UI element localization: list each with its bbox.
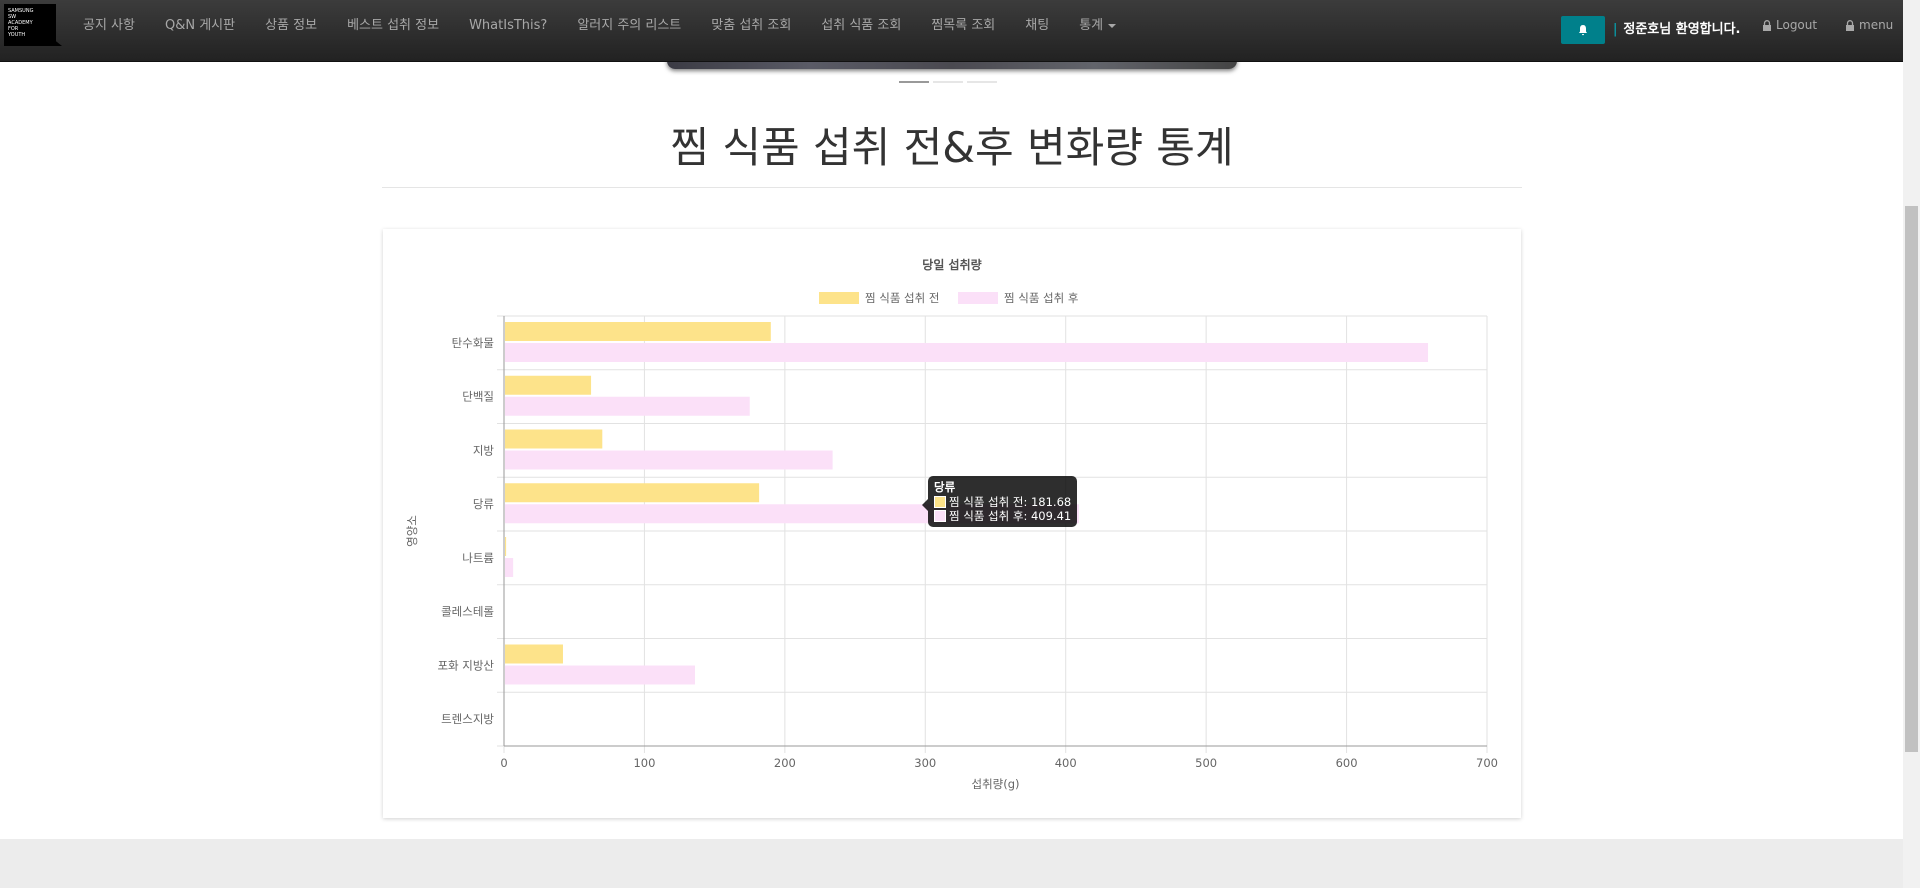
- chart-tooltip: 당류 찜 식품 섭취 전: 181.68 찜 식품 섭취 후: 409.41: [922, 476, 1078, 527]
- title-divider: [382, 187, 1522, 188]
- top-navbar: SAMSUNG SW ACADEMY FOR YOUTH 공지 사항 Q&N 게시판 상…: [0, 0, 1903, 62]
- nav-menu: 공지 사항 Q&N 게시판 상품 정보 베스트 섭취 정보 WhatIsThis…: [68, 0, 1131, 52]
- nav-item-intake-food[interactable]: 섭취 식품 조회: [806, 0, 916, 52]
- y-axis-label: 영양소: [405, 515, 419, 547]
- bar-before: [505, 644, 563, 664]
- nav-item-custom-intake[interactable]: 맞춤 섭취 조회: [696, 0, 806, 52]
- page-title: 찜 식품 섭취 전&후 변화량 통계: [670, 123, 1234, 172]
- nav-item-stats-dropdown[interactable]: 통계: [1064, 0, 1131, 52]
- carousel-indicators: [899, 81, 997, 83]
- nav-item-qna[interactable]: Q&N 게시판: [150, 0, 250, 52]
- y-tick-label: 트렌스지방: [441, 712, 494, 726]
- legend-label: 찜 식품 섭취 후: [1004, 291, 1078, 305]
- y-tick-label: 콜레스테롤: [441, 605, 494, 619]
- legend-swatch-before: [934, 496, 946, 508]
- x-tick-label: 700: [1476, 756, 1498, 770]
- separator-bar: |: [1613, 22, 1618, 37]
- nav-item-allergy-list[interactable]: 알러지 주의 리스트: [562, 0, 696, 52]
- notification-button[interactable]: [1561, 16, 1605, 44]
- chart-title: 당일 섭취량: [922, 257, 981, 272]
- legend-swatch-after: [934, 510, 946, 522]
- nav-item-best-intake[interactable]: 베스트 섭취 정보: [332, 0, 454, 52]
- x-tick-label: 500: [1195, 756, 1217, 770]
- bar-before: [505, 322, 771, 341]
- tooltip-caret: [922, 499, 928, 511]
- y-tick-label: 지방: [473, 443, 495, 457]
- bar-before: [505, 429, 603, 449]
- bell-icon: [1579, 25, 1587, 36]
- nav-item-chat[interactable]: 채팅: [1010, 0, 1064, 52]
- lock-icon: [1846, 19, 1854, 31]
- y-tick-label: 포화 지방산: [437, 658, 494, 672]
- y-tick-label: 나트륨: [462, 551, 494, 565]
- menu-label: menu: [1859, 18, 1894, 32]
- x-tick-label: 100: [633, 756, 655, 770]
- welcome-text: 정준호님 환영합니다.: [1623, 22, 1741, 37]
- x-tick-label: 400: [1055, 756, 1077, 770]
- x-tick-label: 300: [914, 756, 936, 770]
- scrollbar-thumb[interactable]: [1905, 206, 1918, 752]
- x-tick-label: 200: [774, 756, 796, 770]
- bar-before: [505, 375, 592, 395]
- page-footer: [0, 839, 1903, 888]
- nav-item-product-info[interactable]: 상품 정보: [250, 0, 332, 52]
- bar-after: [505, 396, 750, 416]
- tooltip-title: 당류: [934, 480, 956, 494]
- bar-after: [505, 558, 514, 577]
- bar-after: [505, 450, 833, 470]
- y-tick-label: 단백질: [462, 390, 494, 404]
- tooltip-row: 찜 식품 섭취 후: 409.41: [934, 509, 1071, 523]
- bar-before: [505, 537, 507, 556]
- nav-item-wishlist[interactable]: 찜목록 조회: [916, 0, 1010, 52]
- carousel-indicator[interactable]: [967, 81, 997, 83]
- tooltip-row-text: 찜 식품 섭취 후: 409.41: [949, 509, 1072, 523]
- bar-after: [505, 665, 695, 685]
- x-tick-label: 600: [1336, 756, 1358, 770]
- tooltip-row-text: 찜 식품 섭취 전: 181.68: [949, 495, 1072, 509]
- bar-after: [505, 343, 1429, 362]
- legend-swatch: [958, 292, 998, 304]
- y-tick-label: 당류: [473, 497, 494, 511]
- bar-before: [505, 483, 760, 503]
- legend-label: 찜 식품 섭취 전: [865, 291, 939, 305]
- menu-link[interactable]: menu: [1845, 18, 1893, 32]
- x-tick-label: 0: [500, 756, 507, 770]
- caret-down-icon: [1108, 23, 1117, 28]
- welcome-message: | 정준호님 환영합니다.: [1613, 18, 1741, 37]
- nav-item-notice[interactable]: 공지 사항: [68, 0, 150, 52]
- tooltip-row: 찜 식품 섭취 전: 181.68: [934, 495, 1071, 509]
- carousel-indicator[interactable]: [933, 81, 963, 83]
- legend-swatch: [819, 292, 859, 304]
- page-scrollbar[interactable]: [1903, 0, 1920, 888]
- logout-label: Logout: [1776, 18, 1818, 32]
- nav-item-whatisthis[interactable]: WhatIsThis?: [454, 0, 562, 52]
- y-tick-label: 탄수화물: [452, 336, 494, 350]
- lock-icon: [1763, 19, 1771, 31]
- carousel-indicator[interactable]: [899, 81, 929, 83]
- nav-item-stats-label: 통계: [1079, 18, 1104, 33]
- logout-link[interactable]: Logout: [1762, 18, 1817, 32]
- x-axis-label: 섭취량(g): [971, 777, 1019, 791]
